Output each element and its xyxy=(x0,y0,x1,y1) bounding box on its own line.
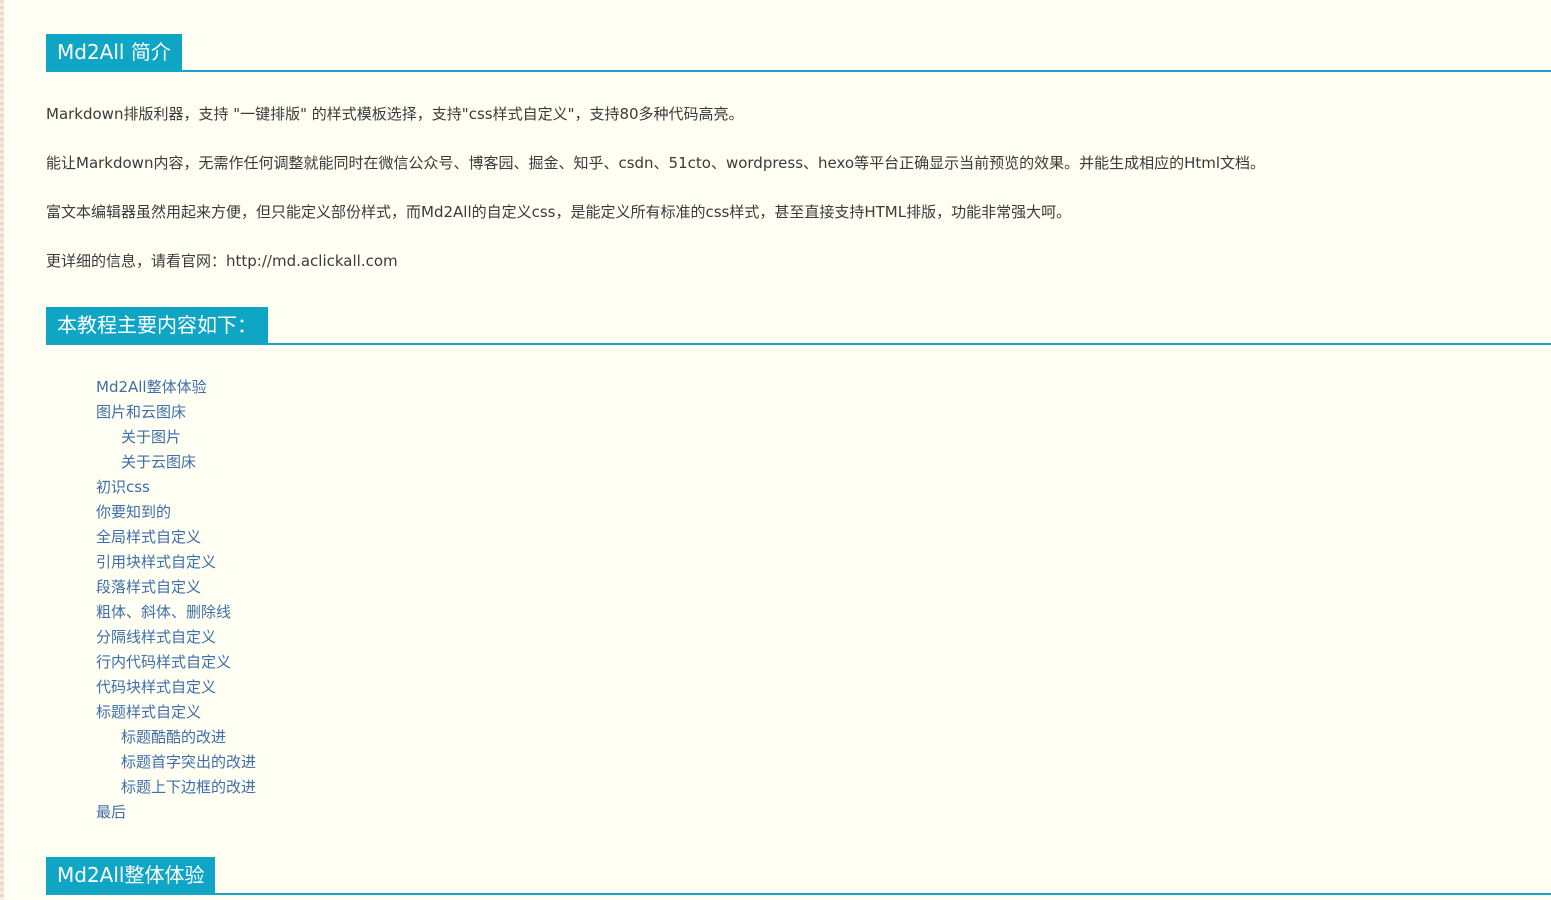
toc-link-about-cloud[interactable]: 关于云图床 xyxy=(96,450,256,475)
table-of-contents: Md2All整体体验 图片和云图床 关于图片 关于云图床 初识css 你要知到的… xyxy=(96,375,256,825)
toc-link-heading-borders[interactable]: 标题上下边框的改进 xyxy=(96,775,256,800)
intro-paragraph-2: 能让Markdown内容，无需作任何调整就能同时在微信公众号、博客园、掘金、知乎… xyxy=(46,154,1266,172)
section-heading-intro: Md2All 简介 xyxy=(46,32,1551,72)
toc-link-code-block-style[interactable]: 代码块样式自定义 xyxy=(96,675,256,700)
section-heading-toc: 本教程主要内容如下： xyxy=(46,305,1551,345)
toc-link-final[interactable]: 最后 xyxy=(96,800,256,825)
toc-link-divider-style[interactable]: 分隔线样式自定义 xyxy=(96,625,256,650)
toc-link-global-style[interactable]: 全局样式自定义 xyxy=(96,525,256,550)
toc-link-must-know[interactable]: 你要知到的 xyxy=(96,500,256,525)
section-heading-toc-label: 本教程主要内容如下： xyxy=(46,307,268,343)
preview-page: Md2All 简介 Markdown排版利器，支持 "一键排版" 的样式模板选择… xyxy=(46,0,1551,900)
toc-link-about-images[interactable]: 关于图片 xyxy=(96,425,256,450)
left-edge-border xyxy=(0,0,4,900)
toc-link-overview[interactable]: Md2All整体体验 xyxy=(96,375,256,400)
toc-link-heading-style[interactable]: 标题样式自定义 xyxy=(96,700,256,725)
toc-link-images-cloud[interactable]: 图片和云图床 xyxy=(96,400,256,425)
section-heading-overview: Md2All整体体验 xyxy=(46,855,1551,895)
toc-link-bold-italic-strike[interactable]: 粗体、斜体、删除线 xyxy=(96,600,256,625)
section-heading-intro-label: Md2All 简介 xyxy=(46,34,182,70)
toc-link-inline-code-style[interactable]: 行内代码样式自定义 xyxy=(96,650,256,675)
toc-link-heading-first-letter[interactable]: 标题首字突出的改进 xyxy=(96,750,256,775)
intro-paragraph-3: 富文本编辑器虽然用起来方便，但只能定义部份样式，而Md2All的自定义css，是… xyxy=(46,203,1072,221)
toc-link-heading-cool[interactable]: 标题酷酷的改进 xyxy=(96,725,256,750)
toc-link-paragraph-style[interactable]: 段落样式自定义 xyxy=(96,575,256,600)
intro-paragraph-website: 更详细的信息，请看官网：http://md.aclickall.com xyxy=(46,252,398,270)
toc-link-css-intro[interactable]: 初识css xyxy=(96,475,256,500)
section-heading-overview-label: Md2All整体体验 xyxy=(46,857,216,893)
intro-paragraph-1: Markdown排版利器，支持 "一键排版" 的样式模板选择，支持"css样式自… xyxy=(46,105,744,123)
toc-link-blockquote-style[interactable]: 引用块样式自定义 xyxy=(96,550,256,575)
